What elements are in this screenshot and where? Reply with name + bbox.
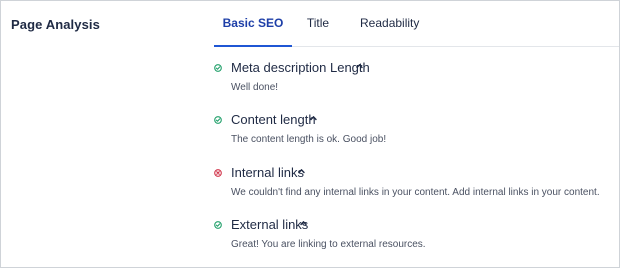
sidebar-title: Page Analysis (11, 17, 100, 32)
chevron-up-icon[interactable] (356, 63, 363, 69)
check-description: The content length is ok. Good job! (231, 134, 387, 145)
tab-basic-seo[interactable]: Basic SEO (214, 1, 292, 47)
check-item-header[interactable]: Meta description Length (214, 60, 619, 76)
check-description: Great! You are linking to external resou… (231, 239, 426, 250)
page-analysis-panel: Page Analysis Basic SEO Title Readabilit… (0, 0, 620, 268)
check-item-header[interactable]: Content length (214, 112, 619, 128)
fail-x-icon (214, 169, 222, 177)
pass-check-icon (214, 64, 222, 72)
check-item-header[interactable]: External links (214, 217, 619, 233)
check-label: External links (231, 217, 309, 232)
tab-title[interactable]: Title (306, 1, 330, 46)
tab-readability[interactable]: Readability (360, 1, 419, 46)
check-description: Well done! (231, 82, 279, 93)
analysis-content: Basic SEO Title Readability Meta descrip… (214, 1, 619, 267)
chevron-up-icon[interactable] (298, 168, 305, 174)
check-label: Content length (231, 112, 316, 127)
pass-check-icon (214, 116, 222, 124)
check-item-header[interactable]: Internal links (214, 165, 619, 181)
tab-bar: Basic SEO Title Readability (214, 1, 619, 47)
pass-check-icon (214, 221, 222, 229)
chevron-up-icon[interactable] (310, 115, 317, 121)
chevron-up-icon[interactable] (300, 220, 307, 226)
check-description: We couldn't find any internal links in y… (231, 187, 600, 198)
check-label: Internal links (231, 165, 304, 180)
check-label: Meta description Length (231, 60, 370, 75)
